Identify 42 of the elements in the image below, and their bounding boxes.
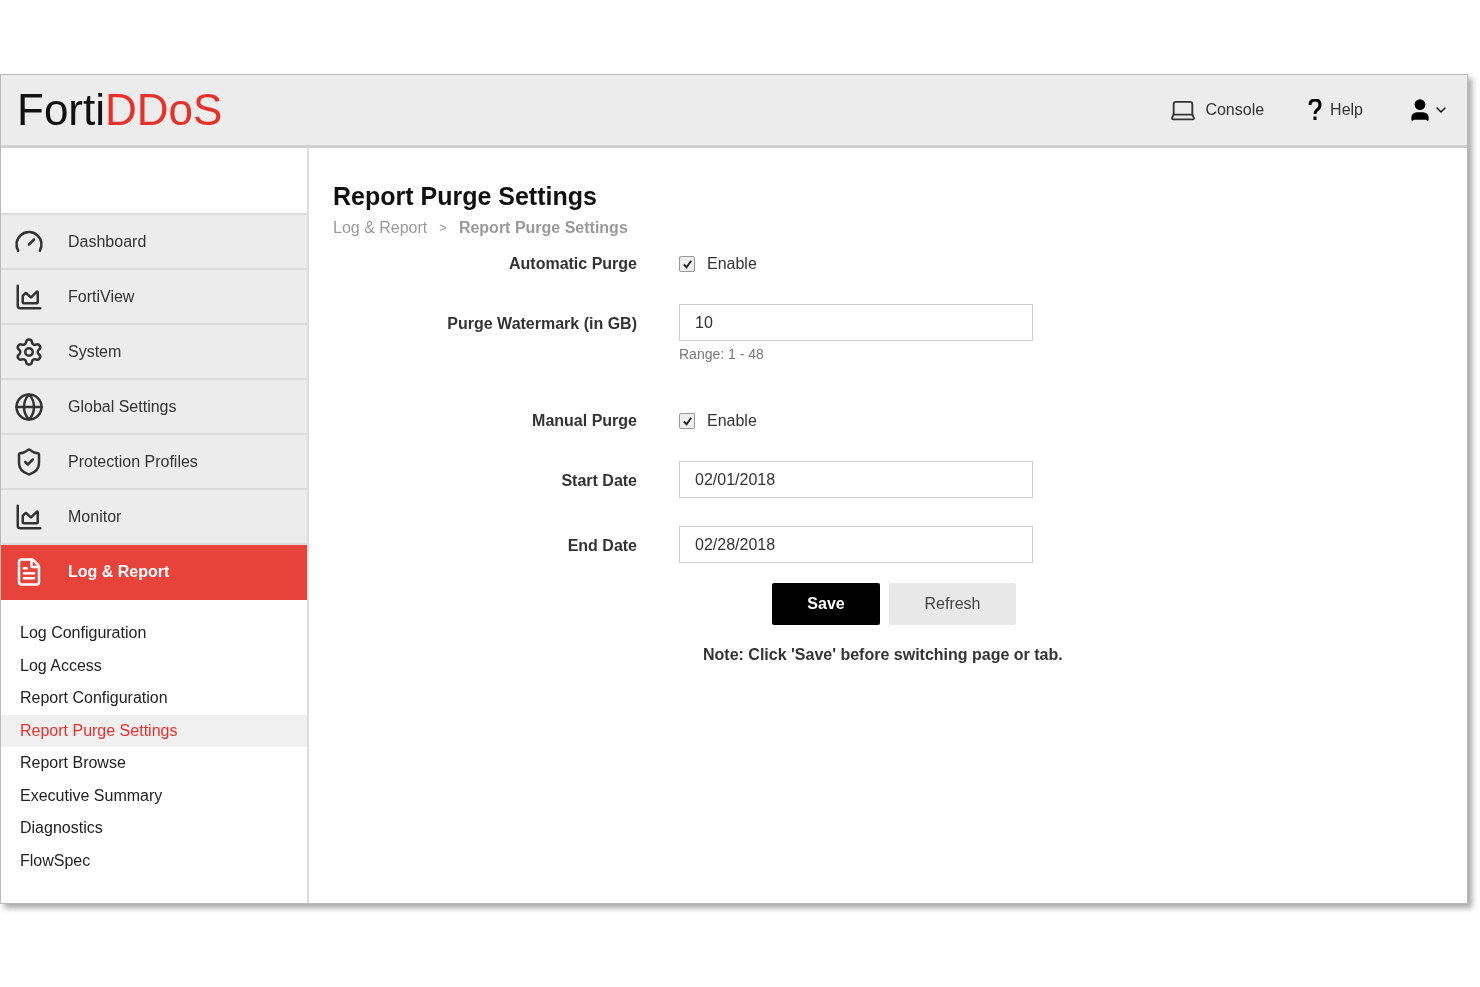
note-text: Note: Click 'Save' before switching page or tab. xyxy=(702,645,1064,666)
page-title: Report Purge Settings xyxy=(333,181,598,212)
sidebar-item[interactable]: Global Settings xyxy=(1,380,307,435)
submenu-item[interactable]: Executive Summary xyxy=(1,779,307,812)
checkmark-icon xyxy=(681,415,693,427)
submenu-item[interactable]: Report Configuration xyxy=(1,682,307,715)
logo: FortiDDoS xyxy=(17,88,223,132)
field-label: End Date xyxy=(566,536,638,557)
checkbox-label: Enable xyxy=(707,254,757,275)
field-label: Start Date xyxy=(560,471,638,492)
submenu-item[interactable]: Log Access xyxy=(1,649,307,682)
globe-icon xyxy=(14,391,44,422)
input-field[interactable]: 10 xyxy=(679,304,1033,342)
field-label: Manual Purge xyxy=(531,411,638,432)
submenu-item[interactable]: Log Configuration xyxy=(1,617,307,650)
checkbox[interactable] xyxy=(679,413,695,430)
sidebar-item[interactable]: System xyxy=(1,325,307,380)
range-hint: Range: 1 - 48 xyxy=(679,345,765,365)
input-field[interactable]: 02/01/2018 xyxy=(679,461,1033,499)
refresh-button[interactable]: Refresh xyxy=(889,583,1016,626)
sidebar-item[interactable]: Dashboard xyxy=(1,215,307,270)
field-label: Purge Watermark (in GB) xyxy=(446,314,638,335)
console-link[interactable]: Console xyxy=(1169,96,1265,124)
checkbox-label: Enable xyxy=(707,411,757,432)
sidebar-item[interactable]: Protection Profiles xyxy=(1,435,307,490)
breadcrumb-item: Report Purge Settings xyxy=(458,218,628,239)
submenu-item[interactable]: FlowSpec xyxy=(1,844,307,877)
question-icon xyxy=(1308,99,1323,121)
help-link[interactable]: Help xyxy=(1308,98,1363,122)
checkbox[interactable] xyxy=(679,256,695,273)
save-button[interactable]: Save xyxy=(772,583,880,626)
sidebar-item[interactable]: FortiView xyxy=(1,270,307,325)
input-field[interactable]: 02/28/2018 xyxy=(679,526,1033,564)
submenu-item[interactable]: Diagnostics xyxy=(1,812,307,845)
sidebar-item[interactable]: Log & Report xyxy=(1,545,307,600)
submenu-item[interactable]: Report Purge Settings xyxy=(1,714,307,747)
field-label: Automatic Purge xyxy=(508,254,638,275)
breadcrumb-separator: > xyxy=(439,219,447,238)
checkmark-icon xyxy=(681,258,693,270)
sidebar-item[interactable]: Monitor xyxy=(1,490,307,545)
submenu-item[interactable]: Report Browse xyxy=(1,747,307,780)
gear-icon xyxy=(14,336,44,367)
